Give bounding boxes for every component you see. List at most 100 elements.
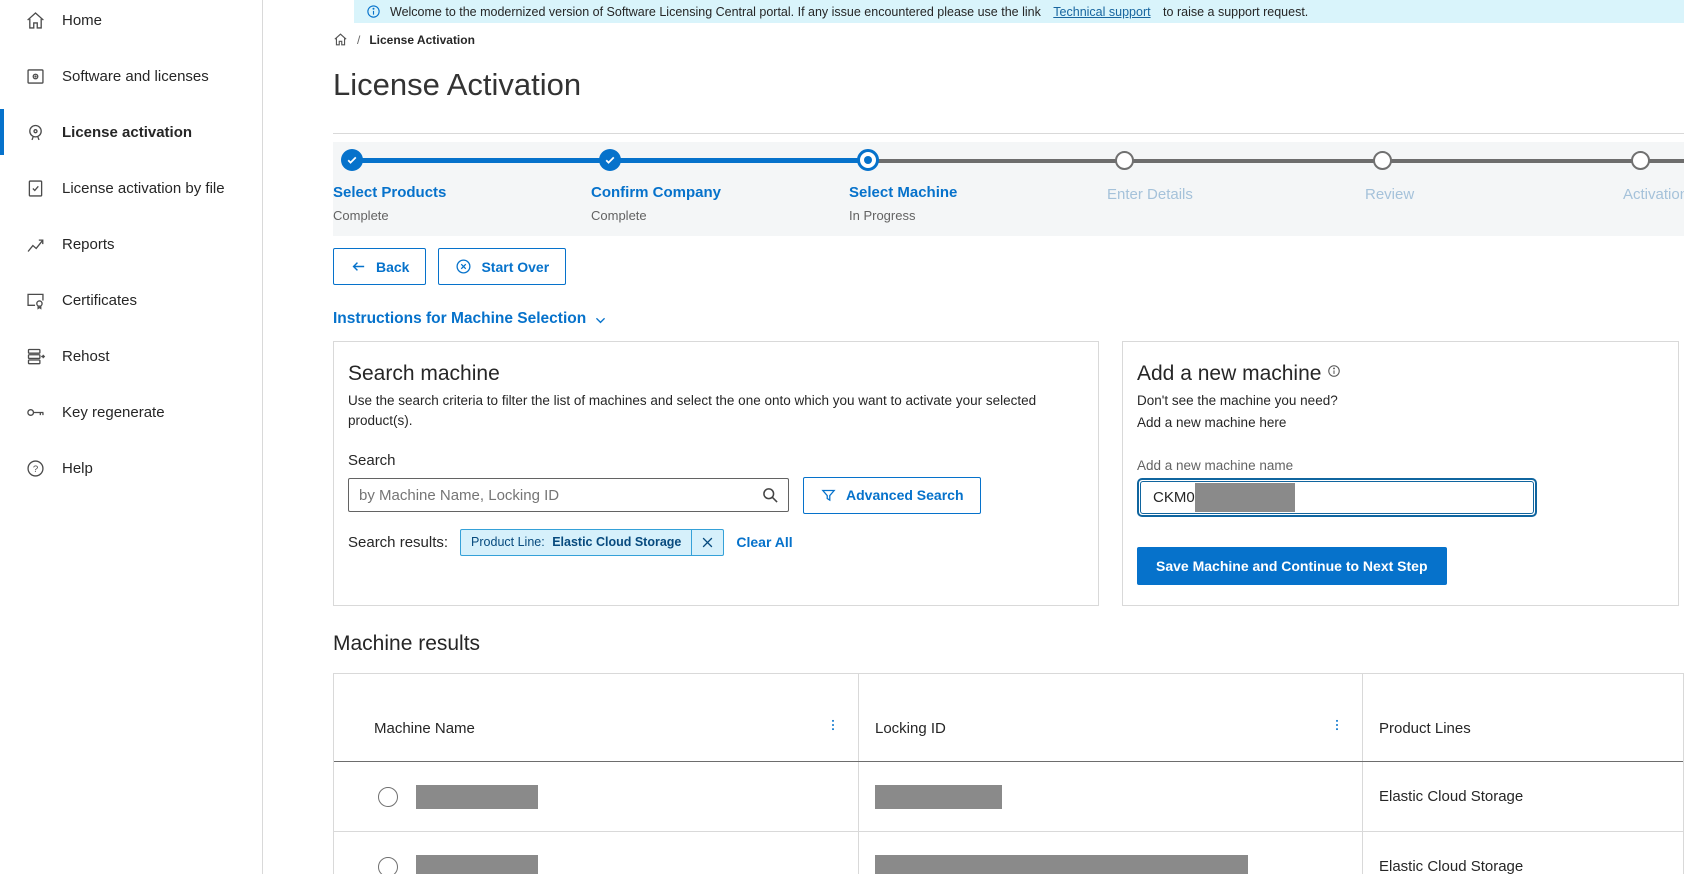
step-label: Select Products — [333, 184, 591, 201]
row-radio-button[interactable] — [378, 857, 398, 874]
sidebar-item-label: Reports — [62, 236, 115, 253]
step-activation: Activation — [1623, 149, 1684, 203]
sidebar-item-rehost[interactable]: Rehost — [0, 328, 262, 384]
sidebar-item-label: Home — [62, 12, 102, 29]
sidebar-item-label: Certificates — [62, 292, 137, 309]
clear-all-link[interactable]: Clear All — [736, 534, 792, 550]
start-over-button[interactable]: Start Over — [438, 248, 566, 285]
machine-name-cell — [334, 832, 858, 874]
machine-cards-row: Search machine Use the search criteria t… — [333, 341, 1684, 606]
sidebar-item-label: Rehost — [62, 348, 110, 365]
product-lines-cell: Elastic Cloud Storage — [1362, 762, 1683, 831]
step-label: Activation — [1623, 186, 1684, 203]
search-machine-description: Use the search criteria to filter the li… — [348, 391, 1038, 432]
software-licenses-icon — [25, 66, 46, 87]
sidebar-item-software-and-licenses[interactable]: Software and licenses — [0, 48, 262, 104]
step-future-icon — [1373, 151, 1392, 170]
save-machine-continue-button[interactable]: Save Machine and Continue to Next Step — [1137, 547, 1447, 585]
filter-chip-text: Product Line: Elastic Cloud Storage — [461, 530, 691, 555]
sidebar-item-license-activation-by-file[interactable]: License activation by file — [0, 160, 262, 216]
search-input-wrap — [348, 478, 789, 512]
instructions-for-machine-selection-link[interactable]: Instructions for Machine Selection — [333, 310, 608, 328]
sidebar-item-label: Software and licenses — [62, 68, 209, 85]
banner-text-before: Welcome to the modernized version of Sof… — [390, 5, 1044, 19]
step-current-icon — [857, 149, 879, 171]
filter-chip-label: Product Line: — [471, 535, 548, 549]
filter-chip-product-line: Product Line: Elastic Cloud Storage — [460, 529, 724, 556]
breadcrumb-home-icon[interactable] — [333, 32, 348, 47]
rehost-icon — [25, 346, 46, 367]
back-button[interactable]: Back — [333, 248, 426, 285]
breadcrumb-separator: / — [357, 33, 360, 47]
add-machine-name-input-inner: CKM0 — [1140, 481, 1534, 514]
add-machine-name-input[interactable]: CKM0 — [1137, 478, 1537, 517]
step-select-machine: Select Machine In Progress — [849, 149, 1107, 223]
add-machine-info-icon[interactable] — [1327, 364, 1341, 378]
progress-stepper: Select Products Complete Confirm Company… — [333, 142, 1684, 236]
add-machine-title-row: Add a new machine — [1137, 362, 1654, 386]
search-machine-card: Search machine Use the search criteria t… — [333, 341, 1099, 606]
locking-id-cell — [858, 762, 1362, 831]
wizard-actions: Back Start Over — [333, 248, 1684, 285]
app-window: Home Software and licenses License activ… — [0, 0, 1684, 874]
breadcrumb-current: License Activation — [369, 33, 475, 47]
license-file-icon — [25, 178, 46, 199]
step-label: Select Machine — [849, 184, 1107, 201]
help-icon: ? — [25, 458, 46, 479]
redacted-machine-name — [416, 855, 538, 874]
search-icon[interactable] — [760, 485, 780, 505]
sidebar-item-help[interactable]: ? Help — [0, 440, 262, 496]
step-enter-details: Enter Details — [1107, 149, 1365, 203]
step-future-icon — [1631, 151, 1650, 170]
step-future-icon — [1115, 151, 1134, 170]
sidebar-item-key-regenerate[interactable]: Key regenerate — [0, 384, 262, 440]
search-results-row: Search results: Product Line: Elastic Cl… — [348, 529, 1074, 556]
column-header-machine-name: Machine Name — [334, 674, 858, 761]
filter-chip-remove-icon[interactable] — [691, 530, 723, 555]
step-complete-check-icon — [341, 149, 363, 171]
sidebar-item-label: Key regenerate — [62, 404, 165, 421]
redacted-input-value — [1195, 483, 1295, 512]
search-row: Advanced Search — [348, 477, 1074, 514]
breadcrumb: / License Activation — [333, 32, 1684, 47]
column-menu-icon[interactable] — [826, 716, 840, 734]
product-lines-cell: Elastic Cloud Storage — [1362, 832, 1683, 874]
advanced-search-button[interactable]: Advanced Search — [803, 477, 981, 514]
sidebar-item-label: Help — [62, 460, 93, 477]
circle-x-icon — [455, 258, 472, 275]
page-title: License Activation — [333, 67, 1684, 103]
step-review: Review — [1365, 149, 1623, 203]
info-icon — [366, 4, 381, 19]
sidebar-item-license-activation[interactable]: License activation — [0, 104, 262, 160]
search-machine-title: Search machine — [348, 362, 1074, 386]
welcome-banner: Welcome to the modernized version of Sof… — [354, 0, 1684, 23]
step-label: Review — [1365, 186, 1623, 203]
license-activation-icon — [25, 122, 46, 143]
step-status: Complete — [591, 208, 849, 223]
filter-chip-value: Elastic Cloud Storage — [552, 535, 681, 549]
add-machine-name-label: Add a new machine name — [1137, 458, 1654, 473]
main-content: Welcome to the modernized version of Sof… — [263, 0, 1684, 874]
step-select-products: Select Products Complete — [333, 149, 591, 223]
technical-support-link[interactable]: Technical support — [1053, 5, 1150, 19]
add-machine-prompt-line1: Don't see the machine you need? — [1137, 391, 1654, 412]
add-new-machine-card: Add a new machine Don't see the machine … — [1122, 341, 1679, 606]
search-input[interactable] — [348, 478, 789, 512]
sidebar-item-reports[interactable]: Reports — [0, 216, 262, 272]
sidebar: Home Software and licenses License activ… — [0, 0, 263, 874]
certificates-icon — [25, 290, 46, 311]
title-divider — [333, 133, 1684, 134]
step-label: Confirm Company — [591, 184, 849, 201]
step-status: In Progress — [849, 208, 1107, 223]
column-menu-icon[interactable] — [1330, 716, 1344, 734]
sidebar-item-home[interactable]: Home — [0, 0, 262, 48]
sidebar-item-certificates[interactable]: Certificates — [0, 272, 262, 328]
arrow-left-icon — [350, 258, 367, 275]
sidebar-item-label: License activation — [62, 124, 192, 141]
row-radio-button[interactable] — [378, 787, 398, 807]
svg-text:?: ? — [33, 464, 38, 475]
add-machine-name-value: CKM0 — [1153, 489, 1195, 506]
column-header-product-lines: Product Lines — [1362, 674, 1683, 761]
redacted-machine-name — [416, 785, 538, 809]
redacted-locking-id — [875, 855, 1248, 874]
